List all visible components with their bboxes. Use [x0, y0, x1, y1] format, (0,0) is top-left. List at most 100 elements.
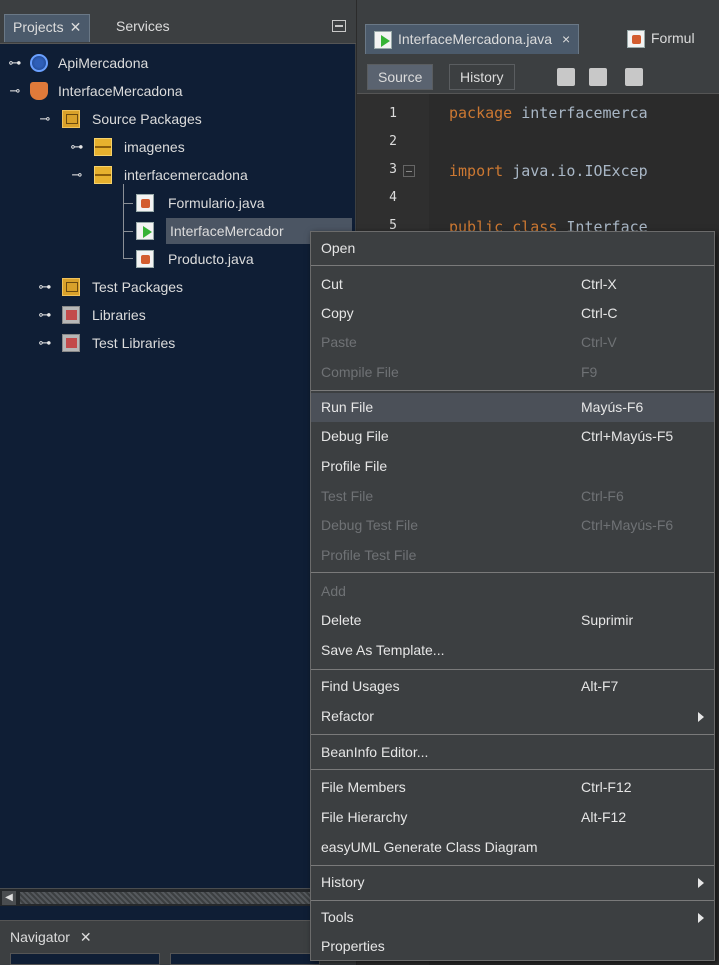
tab-services-label: Services — [116, 18, 170, 34]
submenu-arrow-icon — [698, 712, 704, 722]
code-keyword: package — [449, 104, 513, 122]
menu-separator — [311, 669, 714, 670]
tree-item-label: Libraries — [92, 307, 146, 323]
menu-item-shortcut: Ctrl-F12 — [581, 779, 632, 795]
menu-separator — [311, 900, 714, 901]
menu-item-profile-test-file: Profile Test File — [311, 541, 714, 570]
menu-item-label: Open — [321, 240, 356, 256]
menu-item-shortcut: Ctrl-X — [581, 276, 617, 292]
menu-item-label: Debug File — [321, 428, 389, 444]
navigator-field[interactable] — [10, 953, 160, 965]
menu-item-label: Save As Template... — [321, 642, 445, 658]
menu-separator — [311, 734, 714, 735]
menu-item-debug-file[interactable]: Debug File Ctrl+Mayús-F5 — [311, 422, 714, 451]
menu-item-shortcut: Ctrl-F6 — [581, 488, 624, 504]
menu-item-label: Refactor — [321, 708, 374, 724]
menu-item-label: File Members — [321, 779, 406, 795]
menu-item-find-usages[interactable]: Find Usages Alt-F7 — [311, 672, 714, 701]
back-icon[interactable] — [589, 68, 607, 86]
menu-item-delete[interactable]: Delete Suprimir — [311, 606, 714, 635]
tab-services[interactable]: Services — [108, 14, 178, 42]
last-edit-icon[interactable] — [557, 68, 575, 86]
menu-item-paste: Paste Ctrl-V — [311, 328, 714, 357]
java-project-icon — [30, 82, 48, 100]
minimize-icon[interactable] — [332, 20, 346, 32]
panel-tab-bar: Projects ✕ Services — [0, 0, 356, 44]
tree-item-interfacemercadona-package[interactable]: ⊸ interfacemercadona — [0, 162, 356, 188]
menu-item-properties[interactable]: Properties — [311, 932, 714, 961]
scrollbar-thumb[interactable] — [20, 892, 350, 904]
tree-item-imagenes[interactable]: ⊶ imagenes — [0, 134, 356, 160]
tree-item-label: Source Packages — [92, 111, 202, 127]
expanded-toggle-icon[interactable]: ⊸ — [70, 168, 84, 182]
context-menu: Open Cut Ctrl-X Copy Ctrl-C Paste Ctrl-V Co… — [310, 231, 715, 961]
menu-item-profile-file[interactable]: Profile File — [311, 452, 714, 481]
tree-item-test-libraries[interactable]: ⊶ Test Libraries — [0, 330, 356, 356]
scroll-left-icon[interactable]: ◀ — [2, 891, 16, 905]
menu-item-copy[interactable]: Copy Ctrl-C — [311, 299, 714, 328]
menu-item-run-file[interactable]: Run File Mayús-F6 — [311, 393, 714, 422]
menu-item-tools[interactable]: Tools — [311, 903, 714, 932]
tab-navigator[interactable]: Navigator ✕ — [10, 929, 92, 946]
menu-item-label: Add — [321, 583, 346, 599]
menu-item-shortcut: Ctrl+Mayús-F6 — [581, 517, 674, 533]
code-line[interactable]: package interfacemerca — [449, 104, 648, 122]
package-icon — [94, 166, 112, 184]
tree-item-label: ApiMercadona — [58, 55, 149, 71]
collapsed-toggle-icon[interactable]: ⊶ — [38, 308, 52, 322]
menu-item-cut[interactable]: Cut Ctrl-X — [311, 270, 714, 299]
tree-item-formulario-java[interactable]: Formulario.java — [0, 190, 356, 216]
tree-item-producto-java[interactable]: Producto.java — [0, 246, 356, 272]
editor-tab-formulario[interactable]: Formul — [619, 24, 703, 54]
horizontal-scrollbar[interactable]: ◀ — [0, 888, 356, 906]
close-icon[interactable]: ✕ — [80, 929, 92, 945]
menu-item-label: History — [321, 874, 365, 890]
menu-separator — [311, 390, 714, 391]
source-button[interactable]: Source — [367, 64, 434, 90]
menu-item-refactor[interactable]: Refactor — [311, 702, 714, 731]
tree-item-interfacemercadona[interactable]: ⊸ InterfaceMercadona — [0, 78, 356, 104]
editor-tab-interfacemercadona[interactable]: InterfaceMercadona.java × — [365, 24, 580, 54]
expanded-toggle-icon[interactable]: ⊸ — [8, 84, 22, 98]
collapsed-toggle-icon[interactable]: ⊶ — [38, 280, 52, 294]
menu-item-add: Add — [311, 577, 714, 606]
menu-item-file-members[interactable]: File Members Ctrl-F12 — [311, 773, 714, 802]
fold-icon[interactable] — [403, 165, 415, 177]
menu-item-easyuml-generate-class-diagram[interactable]: easyUML Generate Class Diagram — [311, 833, 714, 862]
navigator-field[interactable] — [170, 953, 320, 965]
menu-separator — [311, 265, 714, 266]
tree-item-test-packages[interactable]: ⊶ Test Packages — [0, 274, 356, 300]
tree-item-libraries[interactable]: ⊶ Libraries — [0, 302, 356, 328]
menu-item-compile-file: Compile File F9 — [311, 358, 714, 387]
menu-item-shortcut: F9 — [581, 364, 598, 380]
tree-item-label: InterfaceMercadona — [58, 83, 183, 99]
menu-item-history[interactable]: History — [311, 868, 714, 897]
tab-projects[interactable]: Projects ✕ — [4, 14, 91, 42]
code-line[interactable]: import java.io.IOExcep — [449, 162, 648, 180]
source-packages-icon — [62, 110, 80, 128]
line-number: 3 — [389, 162, 397, 177]
menu-item-label: Cut — [321, 276, 343, 292]
menu-item-label: easyUML Generate Class Diagram — [321, 839, 538, 855]
close-icon[interactable]: × — [562, 31, 570, 47]
menu-item-shortcut: Ctrl-C — [581, 305, 618, 321]
collapsed-toggle-icon[interactable]: ⊶ — [38, 336, 52, 350]
menu-item-label: Paste — [321, 334, 357, 350]
menu-item-file-hierarchy[interactable]: File Hierarchy Alt-F12 — [311, 803, 714, 832]
submenu-arrow-icon — [698, 913, 704, 923]
menu-item-save-as-template[interactable]: Save As Template... — [311, 636, 714, 665]
menu-item-label: Properties — [321, 938, 385, 954]
menu-item-beaninfo-editor[interactable]: BeanInfo Editor... — [311, 738, 714, 767]
menu-item-label: Delete — [321, 612, 362, 628]
menu-item-shortcut: Ctrl+Mayús-F5 — [581, 428, 674, 444]
menu-item-open[interactable]: Open — [311, 234, 714, 263]
collapsed-toggle-icon[interactable]: ⊶ — [8, 56, 22, 70]
history-button[interactable]: History — [449, 64, 515, 90]
tree-item-apimercadona[interactable]: ⊶ ApiMercadona — [0, 50, 356, 76]
tree-item-interfacemercadona-java[interactable]: InterfaceMercador — [0, 218, 356, 244]
collapsed-toggle-icon[interactable]: ⊶ — [70, 140, 84, 154]
tree-item-source-packages[interactable]: ⊸ Source Packages — [0, 106, 356, 132]
close-icon[interactable]: ✕ — [70, 19, 82, 35]
forward-icon[interactable] — [625, 68, 643, 86]
expanded-toggle-icon[interactable]: ⊸ — [38, 112, 52, 126]
